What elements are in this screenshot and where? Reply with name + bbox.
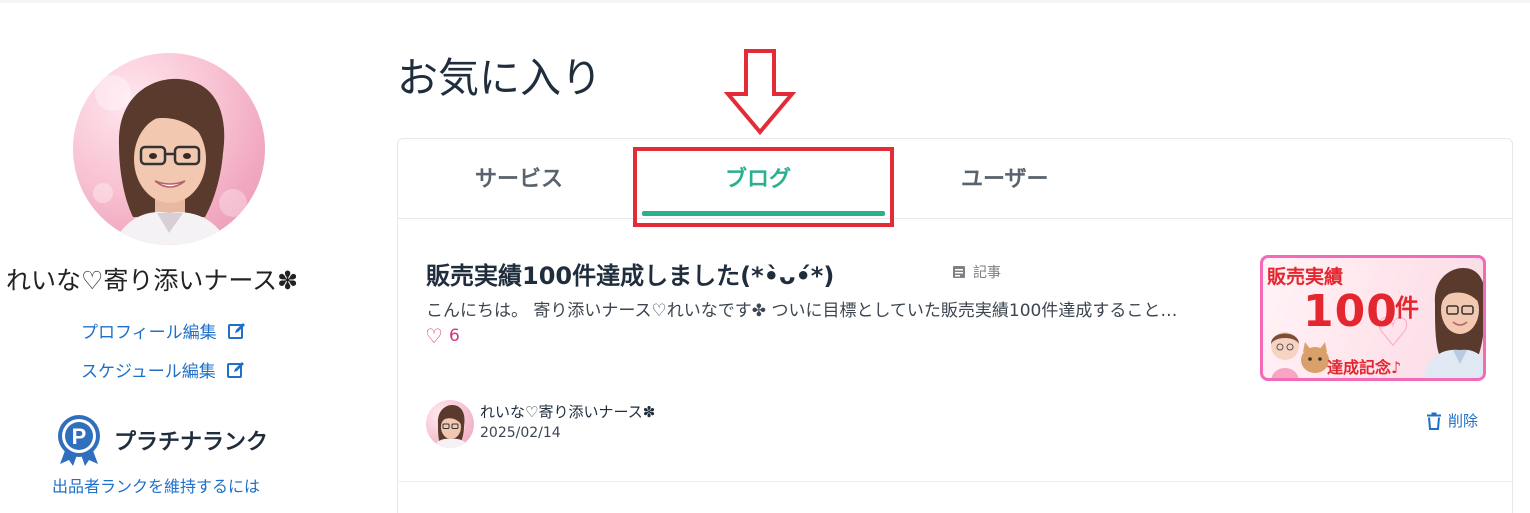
thumbnail-nurse-illustration: [1423, 268, 1483, 378]
tab-services[interactable]: サービス: [475, 161, 563, 193]
rank-badge-letter: P: [72, 424, 87, 449]
thumbnail-unit: 件: [1395, 294, 1419, 322]
author-name[interactable]: れいな♡寄り添いナース✽: [480, 401, 655, 422]
rank-title: プラチナランク: [114, 430, 269, 455]
edit-icon: [226, 361, 244, 378]
post-title[interactable]: 販売実績100件達成しました(*•̀ᴗ•́*): [426, 256, 834, 291]
favorites-panel: サービス ブログ ユーザー 販売実績100件達成しました(*•̀ᴗ•́*) 記事…: [397, 138, 1513, 513]
like-count-value: 6: [448, 326, 460, 346]
author-avatar-portrait: [434, 405, 468, 448]
delete-label: 削除: [1448, 412, 1479, 430]
down-arrow-annotation-icon: [724, 49, 796, 136]
profile-name: れいな♡寄り添いナース✽: [6, 266, 299, 295]
like-count[interactable]: ♡ 6: [425, 326, 460, 346]
post-type-label: 記事: [973, 265, 1001, 281]
thumbnail-subtitle: 達成記念♪: [1327, 358, 1402, 377]
edit-schedule-link[interactable]: スケジュール編集: [81, 357, 246, 382]
tab-highlight-annotation: [633, 147, 894, 227]
edit-profile-link[interactable]: プロフィール編集: [81, 318, 247, 343]
article-icon: [953, 266, 965, 278]
heart-icon: ♡: [425, 324, 443, 348]
blog-post-card[interactable]: 販売実績100件達成しました(*•̀ᴗ•́*) 記事 こんにちは。 寄り添いナー…: [398, 220, 1512, 482]
profile-avatar[interactable]: [73, 53, 265, 245]
post-excerpt: こんにちは。 寄り添いナース♡れいなです✤ ついに目標としていた販売実績100件…: [426, 301, 1178, 321]
delete-favorite-button[interactable]: 削除: [1426, 410, 1478, 431]
platinum-rank-badge-icon: P: [58, 415, 100, 466]
thumbnail-title: 販売実績: [1267, 266, 1344, 288]
edit-profile-label: プロフィール編集: [81, 323, 217, 343]
post-type-badge: 記事: [951, 262, 1001, 282]
edit-icon: [227, 322, 245, 339]
tab-users[interactable]: ユーザー: [961, 161, 1049, 193]
author-avatar[interactable]: [426, 400, 474, 448]
edit-schedule-label: スケジュール編集: [81, 362, 216, 382]
profile-avatar-portrait: [93, 75, 247, 245]
thumbnail-child-and-cat-illustration: [1271, 332, 1329, 378]
maintain-rank-link[interactable]: 出品者ランクを維持するには: [52, 473, 260, 497]
post-date: 2025/02/14: [480, 425, 561, 441]
trash-icon: [1427, 412, 1441, 430]
post-thumbnail[interactable]: 販売実績 ♡ 100 件 達成記念♪: [1260, 255, 1486, 381]
favorites-tabs: サービス ブログ ユーザー: [398, 139, 1512, 219]
page-title: お気に入り: [397, 54, 602, 102]
profile-sidebar: れいな♡寄り添いナース✽ プロフィール編集 スケジュール編集 P プラチナランク…: [0, 0, 340, 513]
